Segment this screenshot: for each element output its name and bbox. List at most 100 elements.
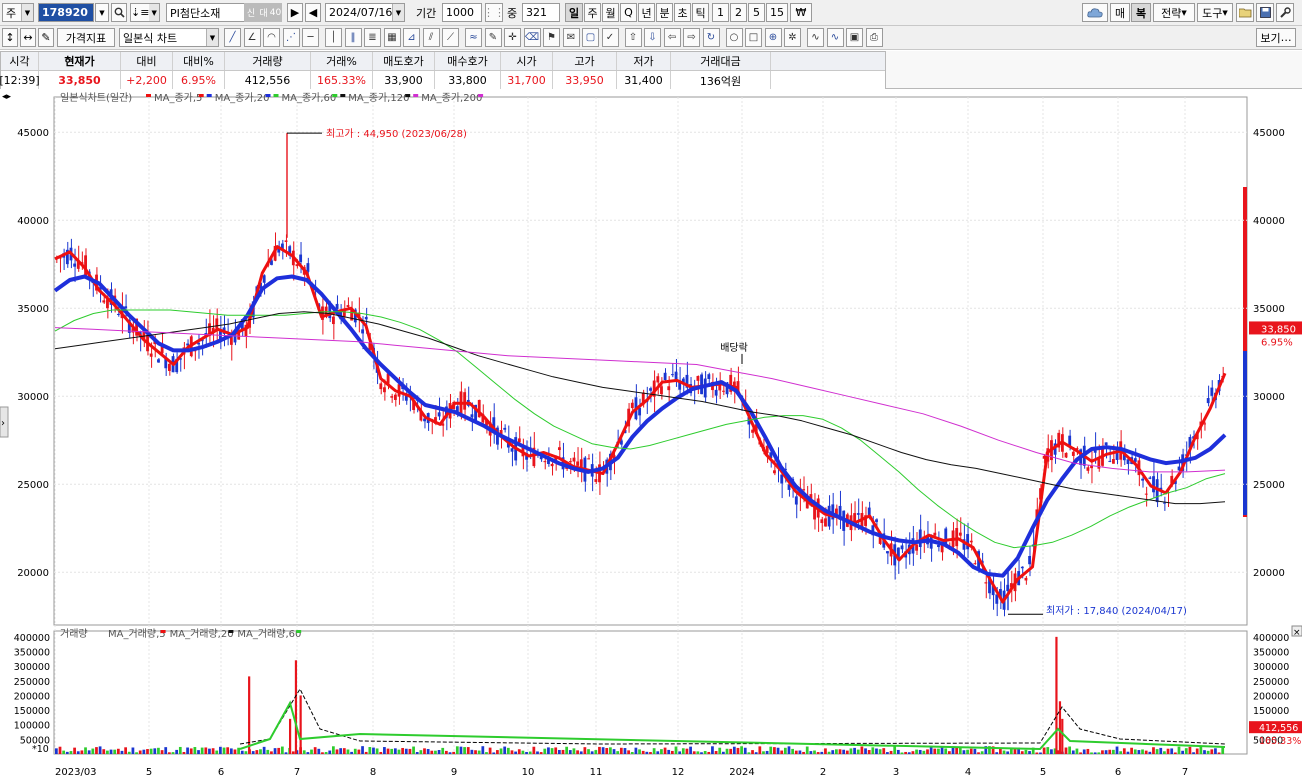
volume-spike-bar <box>289 718 292 754</box>
eraser-icon[interactable]: ⌫ <box>523 28 541 47</box>
vline-icon[interactable]: │ <box>325 28 342 47</box>
fib2-icon[interactable]: ⫽ <box>422 28 440 47</box>
candle-body <box>229 337 233 345</box>
expand-icon[interactable]: ↔ <box>20 28 36 47</box>
arc-icon[interactable]: ◠ <box>263 28 280 47</box>
tf-second[interactable]: 초 <box>674 3 691 22</box>
wave1-icon[interactable]: ∿ <box>807 28 824 47</box>
box-icon[interactable]: ▢ <box>582 28 599 47</box>
volume-bar <box>780 750 784 754</box>
strategy-button[interactable]: 전략 ▼ <box>1153 3 1195 22</box>
candle-body <box>470 414 474 418</box>
wave2-icon[interactable]: ∿ <box>826 28 844 47</box>
sort-selector[interactable]: ⇣≡ ▼ <box>130 3 160 22</box>
stock-code-input[interactable]: 178920 <box>38 3 94 22</box>
grid1-icon[interactable]: ‖ <box>344 28 362 47</box>
cloud-icon[interactable] <box>1082 3 1108 22</box>
chart-area[interactable]: › ◂▸ 45000 45000 40000 40000 35000 35000 30000 30… <box>0 89 1302 778</box>
range-icon[interactable]: ⋮⋮ <box>485 3 503 22</box>
channel-icon[interactable]: ⟋ <box>442 28 459 47</box>
market-selector[interactable]: 주 ▼ <box>2 3 34 22</box>
tf-month[interactable]: 월 <box>602 3 619 22</box>
down-icon[interactable]: ⇩ <box>644 28 661 47</box>
tf-1[interactable]: 1 <box>712 3 729 22</box>
settings-icon[interactable] <box>1276 3 1294 22</box>
candle-body <box>773 470 776 474</box>
up-icon[interactable]: ⇧ <box>624 28 642 47</box>
magnify-icon[interactable]: ⊕ <box>764 28 782 47</box>
prev-icon[interactable]: ◀ <box>305 3 321 22</box>
volume-bar <box>645 751 649 754</box>
fib1-icon[interactable]: ⊿ <box>403 28 420 47</box>
legend-label: MA_종가,200 <box>421 92 482 104</box>
chevron-down-icon[interactable]: ▼ <box>206 29 218 46</box>
chart-type-select[interactable]: 일본식 차트 ▼ <box>119 28 219 47</box>
volume-bar <box>1141 749 1144 754</box>
volume-bar <box>1115 746 1119 754</box>
count-input[interactable]: 321 <box>522 3 560 22</box>
tf-week[interactable]: 주 <box>584 3 601 22</box>
edit-icon[interactable]: ✎ <box>38 28 54 47</box>
volume-bar <box>1093 752 1097 754</box>
volume-bar <box>572 748 576 754</box>
price-chart-svg[interactable]: › ◂▸ 45000 45000 40000 40000 35000 35000 30000 30… <box>0 89 1302 778</box>
date-picker[interactable]: 2024/07/16 ▼ <box>325 3 405 22</box>
code-dropdown-button[interactable]: ▼ <box>95 3 109 22</box>
flag-icon[interactable]: ⚑ <box>543 28 560 47</box>
left-icon[interactable]: ⇦ <box>663 28 681 47</box>
right-icon[interactable]: ⇨ <box>683 28 700 47</box>
volume-y-tick-right: 150000 <box>1253 706 1289 717</box>
rect-icon[interactable]: □ <box>745 28 762 47</box>
multi-button[interactable]: 복 <box>1131 3 1151 22</box>
quote-value-cell: [12:39] <box>0 71 40 90</box>
up-arrow-icon[interactable]: ↕ <box>2 28 18 47</box>
tf-year[interactable]: 년 <box>638 3 655 22</box>
tf-2[interactable]: 2 <box>730 3 747 22</box>
search-icon[interactable] <box>111 3 127 22</box>
circle-icon[interactable]: ○ <box>725 28 743 47</box>
volume-bar <box>638 749 641 754</box>
next-icon[interactable]: ▶ <box>287 3 303 22</box>
pencil-icon[interactable]: ✎ <box>484 28 502 47</box>
grid3-icon[interactable]: ▦ <box>383 28 401 47</box>
buy-button[interactable]: 매 <box>1110 3 1130 22</box>
note-icon[interactable]: ✉ <box>562 28 580 47</box>
quote-value-cell: 33,950 <box>553 71 617 90</box>
tf-won[interactable]: ₩ <box>790 3 812 22</box>
price-indicator-button[interactable]: 가격지표 <box>57 28 115 47</box>
quote-header-row: 시각 현재가 대비 대비% 거래량 거래% 매도호가 매수호가 시가 고가 저가 거래대금 <box>1 52 885 71</box>
cross-icon[interactable]: ✛ <box>504 28 521 47</box>
save-icon[interactable] <box>1256 3 1274 22</box>
candle-body <box>149 353 153 357</box>
check-icon[interactable]: ✓ <box>601 28 619 47</box>
volume-bar <box>539 752 543 754</box>
tf-5[interactable]: 5 <box>748 3 765 22</box>
print-icon[interactable]: ⎙ <box>865 28 883 47</box>
volume-bar <box>197 750 200 754</box>
bug-icon[interactable]: ✲ <box>784 28 801 47</box>
tf-quarter[interactable]: Q <box>620 3 637 22</box>
chevron-down-icon[interactable]: ▼ <box>21 4 33 21</box>
volume-bar <box>1039 752 1042 754</box>
angle-icon[interactable]: ∠ <box>243 28 261 47</box>
volume-bar <box>1071 750 1075 754</box>
fan-icon[interactable]: ⋰ <box>282 28 300 47</box>
period-input[interactable]: 1000 <box>442 3 482 22</box>
line-icon[interactable]: ╱ <box>224 28 241 47</box>
ruler-icon[interactable]: ≈ <box>465 28 482 47</box>
redo-icon[interactable]: ↻ <box>702 28 720 47</box>
tf-day[interactable]: 일 <box>565 3 583 22</box>
volume-bar <box>335 749 339 754</box>
chevron-down-icon[interactable]: ▼ <box>392 4 404 21</box>
grid2-icon[interactable]: ≣ <box>364 28 381 47</box>
hline-icon[interactable]: ─ <box>302 28 319 47</box>
volume-bar <box>576 750 579 754</box>
tf-tick[interactable]: 틱 <box>692 3 709 22</box>
volume-bar <box>543 748 547 754</box>
tf-15[interactable]: 15 <box>766 3 788 22</box>
image-icon[interactable]: ▣ <box>846 28 863 47</box>
tools-button[interactable]: 도구 ▼ <box>1197 3 1233 22</box>
tf-minute[interactable]: 분 <box>656 3 673 22</box>
folder-icon[interactable] <box>1236 3 1254 22</box>
view-button[interactable]: 보기… <box>1256 28 1296 47</box>
